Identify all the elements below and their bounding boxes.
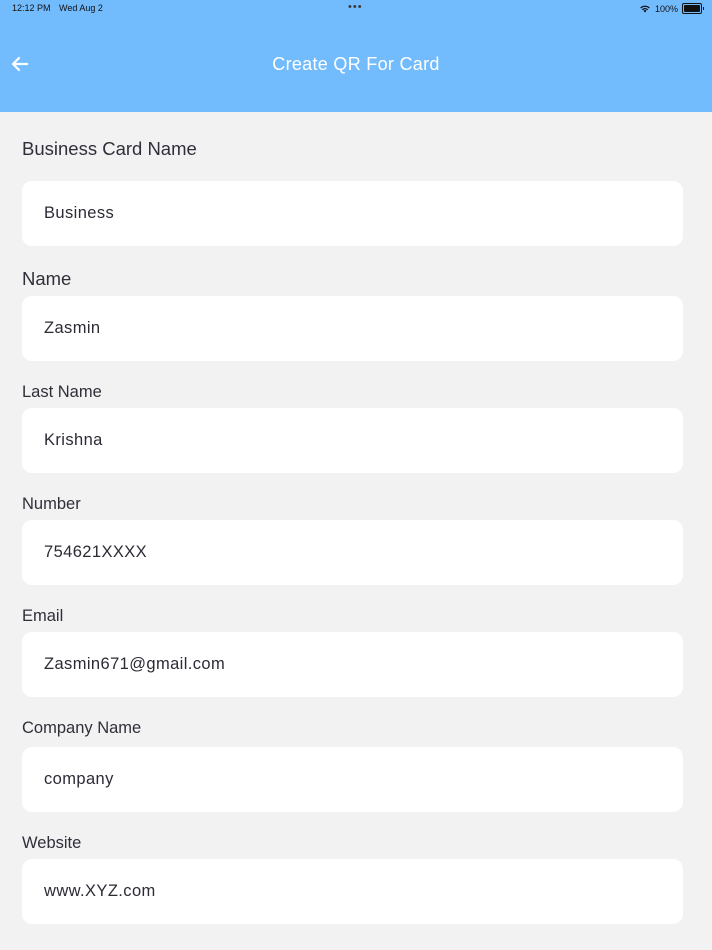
wifi-icon xyxy=(640,5,650,13)
battery-icon xyxy=(682,3,704,14)
app-header: 12:12 PM Wed Aug 2 ••• 100% Create QR Fo… xyxy=(0,0,712,112)
business-card-name-field[interactable]: Business xyxy=(22,181,683,246)
status-bar: 12:12 PM Wed Aug 2 ••• 100% xyxy=(0,0,712,18)
status-indicators: 100% xyxy=(639,3,704,14)
last-name-label: Last Name xyxy=(22,383,102,401)
status-time-date: 12:12 PM Wed Aug 2 xyxy=(12,3,103,13)
email-field[interactable]: Zasmin671@gmail.com xyxy=(22,632,683,697)
number-field[interactable]: 754621XXXX xyxy=(22,520,683,585)
website-label: Website xyxy=(22,834,82,852)
name-label: Name xyxy=(22,268,72,289)
website-field[interactable]: www.XYZ.com xyxy=(22,859,683,924)
last-name-field[interactable]: Krishna xyxy=(22,408,683,473)
page-title: Create QR For Card xyxy=(272,54,440,74)
status-date: Wed Aug 2 xyxy=(59,3,103,13)
email-label: Email xyxy=(22,607,64,625)
multitasking-dots-icon[interactable]: ••• xyxy=(348,1,363,13)
battery-level-fill xyxy=(684,5,700,12)
company-name-label: Company Name xyxy=(22,719,142,737)
business-card-name-label: Business Card Name xyxy=(22,138,197,159)
number-label: Number xyxy=(22,495,81,513)
company-name-field[interactable]: company xyxy=(22,747,683,812)
name-field[interactable]: Zasmin xyxy=(22,296,683,361)
status-time: 12:12 PM xyxy=(12,3,51,13)
battery-percentage: 100% xyxy=(654,3,678,14)
